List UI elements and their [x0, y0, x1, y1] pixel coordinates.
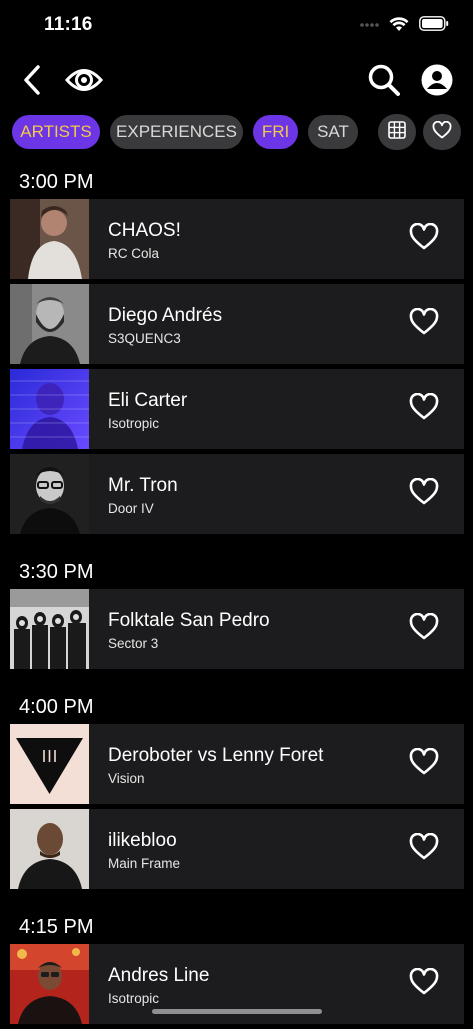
- artist-stage: Vision: [108, 771, 145, 786]
- profile-button[interactable]: [417, 62, 457, 102]
- filter-row: ARTISTS EXPERIENCES FRI SAT: [12, 114, 461, 150]
- artist-name: Folktale San Pedro: [108, 610, 270, 631]
- day-fri-chip[interactable]: FRI: [253, 115, 298, 149]
- eye-logo-icon: [64, 65, 104, 100]
- heart-outline-icon: [409, 307, 439, 340]
- favorite-button[interactable]: [408, 222, 440, 255]
- search-icon: [367, 63, 401, 102]
- favorite-button[interactable]: [408, 307, 440, 340]
- grid-icon: [388, 120, 406, 144]
- home-indicator[interactable]: [152, 1009, 322, 1014]
- time-header: 3:30 PM: [19, 561, 94, 583]
- day-sat-chip[interactable]: SAT: [308, 115, 358, 149]
- artist-photo: [10, 284, 89, 364]
- cellular-signal-icon: [359, 17, 379, 35]
- artist-photo: [10, 809, 89, 889]
- artist-photo: [10, 199, 89, 279]
- artist-stage: Isotropic: [108, 416, 160, 431]
- favorite-button[interactable]: [408, 392, 440, 425]
- status-time: 11:16: [44, 14, 93, 35]
- favorite-button[interactable]: [408, 477, 440, 510]
- artist-name: Mr. Tron: [108, 475, 178, 496]
- artists-tab[interactable]: ARTISTS: [12, 115, 100, 149]
- artist-photo: [10, 944, 89, 1024]
- artist-name: Eli Carter: [108, 390, 188, 411]
- time-header: 4:00 PM: [19, 696, 94, 718]
- artist-row[interactable]: Mr. Tron Door IV: [10, 454, 464, 534]
- artist-row[interactable]: Eli Carter Isotropic: [10, 369, 464, 449]
- wifi-icon: [389, 16, 409, 37]
- heart-outline-icon: [409, 612, 439, 645]
- artist-row[interactable]: CHAOS! RC Cola: [10, 199, 464, 279]
- artist-row[interactable]: ilikebloo Main Frame: [10, 809, 464, 889]
- artist-stage: RC Cola: [108, 246, 160, 261]
- heart-icon: [432, 120, 452, 144]
- nav-bar: [0, 58, 473, 108]
- artist-stage: Main Frame: [108, 856, 181, 871]
- heart-outline-icon: [409, 477, 439, 510]
- artist-name: ilikebloo: [108, 830, 177, 851]
- favorite-button[interactable]: [408, 747, 440, 780]
- artist-stage: Isotropic: [108, 991, 160, 1006]
- app-logo-button[interactable]: [63, 62, 105, 102]
- favorites-filter-button[interactable]: [423, 114, 461, 150]
- artist-photo: [10, 589, 89, 669]
- artist-row[interactable]: Deroboter vs Lenny Foret Vision: [10, 724, 464, 804]
- artist-row[interactable]: Diego Andrés S3QUENC3: [10, 284, 464, 364]
- artist-name: CHAOS!: [108, 220, 181, 241]
- grid-view-button[interactable]: [378, 114, 416, 150]
- heart-outline-icon: [409, 967, 439, 1000]
- battery-icon: [419, 16, 449, 36]
- artist-name: Deroboter vs Lenny Foret: [108, 745, 324, 766]
- time-header: 3:00 PM: [19, 171, 94, 193]
- artist-photo: [10, 724, 89, 804]
- artist-row[interactable]: Folktale San Pedro Sector 3: [10, 589, 464, 669]
- favorite-button[interactable]: [408, 967, 440, 1000]
- search-button[interactable]: [364, 62, 404, 102]
- artist-name: Diego Andrés: [108, 305, 223, 326]
- status-bar: 11:16: [0, 0, 473, 50]
- artist-stage: Door IV: [108, 501, 154, 516]
- experiences-tab[interactable]: EXPERIENCES: [110, 115, 243, 149]
- artist-photo: [10, 369, 89, 449]
- back-button[interactable]: [12, 62, 52, 102]
- heart-outline-icon: [409, 747, 439, 780]
- heart-outline-icon: [409, 222, 439, 255]
- heart-outline-icon: [409, 832, 439, 865]
- status-icons: [359, 16, 449, 36]
- favorite-button[interactable]: [408, 832, 440, 865]
- heart-outline-icon: [409, 392, 439, 425]
- artist-stage: S3QUENC3: [108, 331, 181, 346]
- favorite-button[interactable]: [408, 612, 440, 645]
- time-header: 4:15 PM: [19, 916, 94, 938]
- artist-name: Andres Line: [108, 965, 210, 986]
- chevron-left-icon: [22, 64, 42, 101]
- user-profile-icon: [420, 63, 454, 102]
- artist-photo: [10, 454, 89, 534]
- artist-stage: Sector 3: [108, 636, 159, 651]
- schedule-list[interactable]: 3:00 PM CHAOS! RC Cola Diego Andrés S3QU…: [0, 165, 473, 1029]
